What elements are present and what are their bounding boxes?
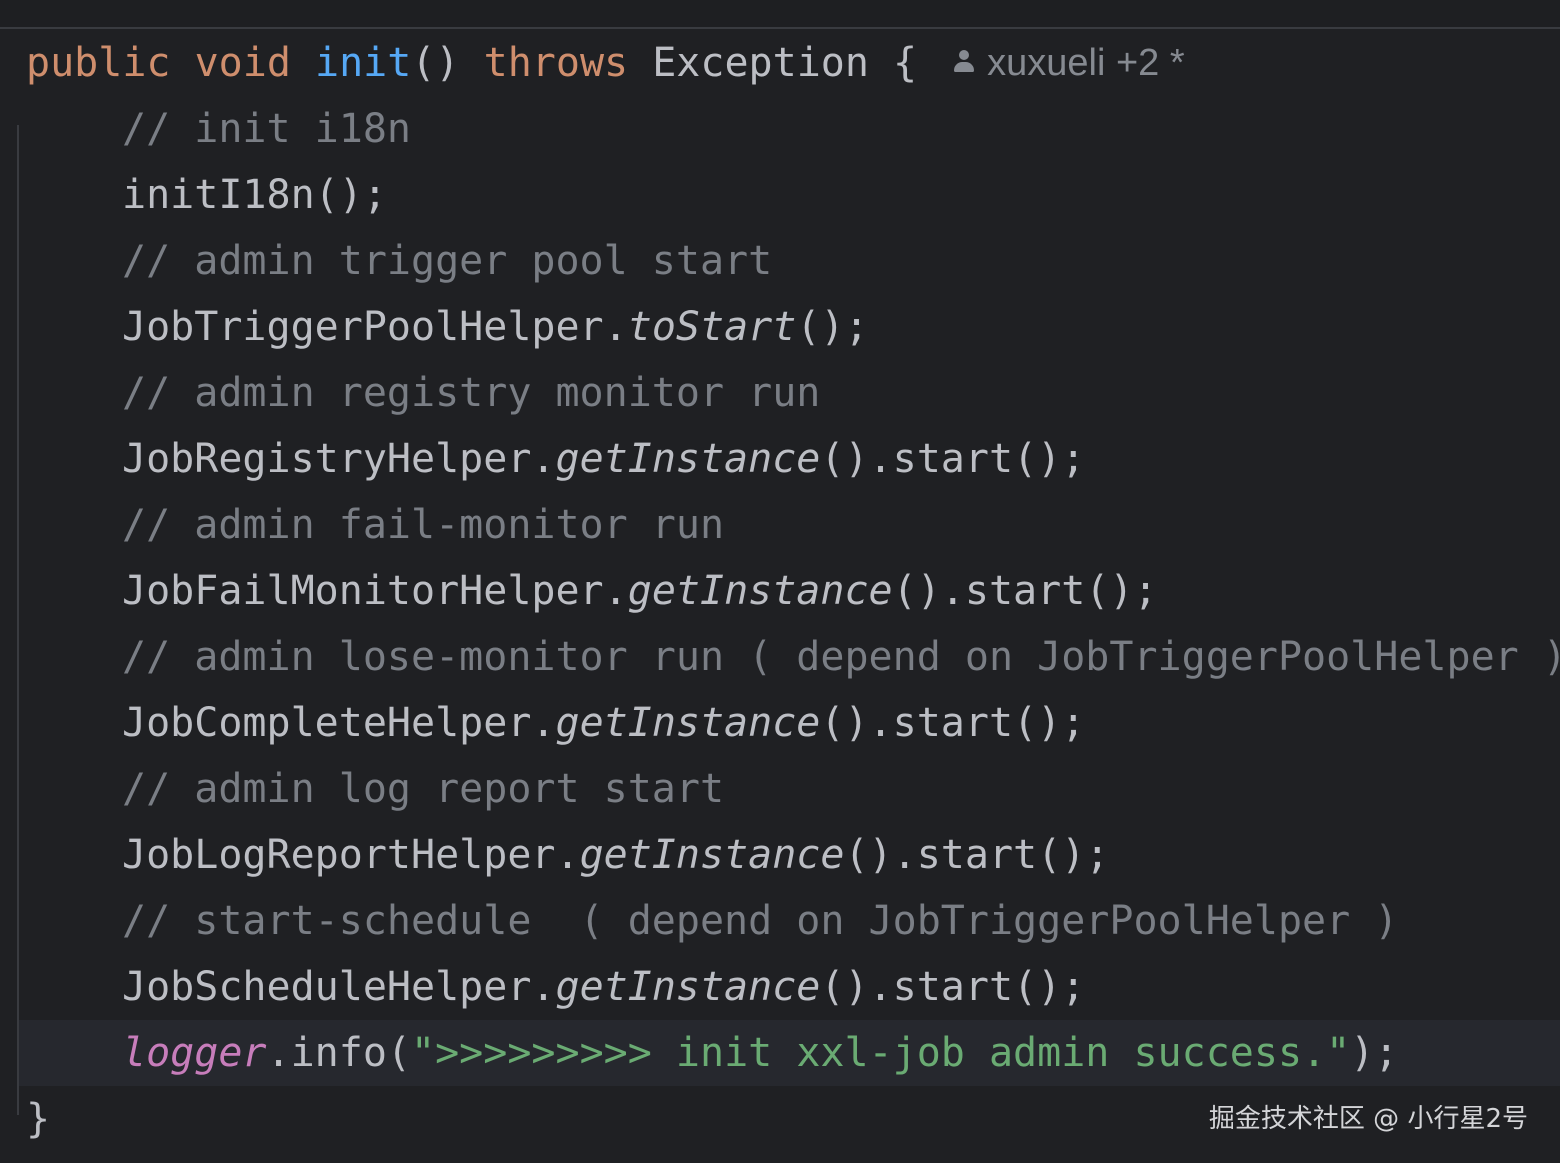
- static-method-call: getInstance: [555, 964, 821, 1010]
- author-inlay-hint[interactable]: xuxueli +2 *: [951, 30, 1185, 96]
- open-brace: {: [893, 40, 918, 86]
- comment-text: // admin registry monitor run: [122, 370, 821, 416]
- method-name[interactable]: init: [315, 40, 411, 86]
- comment-text: // admin fail-monitor run: [122, 502, 725, 548]
- code-line-comment[interactable]: // start-schedule ( depend on JobTrigger…: [0, 888, 1560, 954]
- code-line-statement[interactable]: JobCompleteHelper.getInstance().start();: [0, 690, 1560, 756]
- person-icon: [951, 48, 977, 74]
- class-reference: JobRegistryHelper.: [122, 436, 556, 482]
- statement-tail: ();: [796, 304, 869, 350]
- statement-tail: ().start();: [820, 964, 1086, 1010]
- code-line-statement[interactable]: initI18n();: [0, 162, 1560, 228]
- keyword-throws: throws: [483, 40, 629, 86]
- keyword-void: void: [194, 40, 291, 86]
- static-method-call: toStart: [627, 304, 797, 350]
- code-line-statement[interactable]: JobTriggerPoolHelper.toStart();: [0, 294, 1560, 360]
- exception-type[interactable]: Exception: [652, 40, 869, 86]
- statement-text: initI18n();: [122, 172, 387, 218]
- class-reference: JobLogReportHelper.: [122, 832, 580, 878]
- statement-tail: );: [1350, 1030, 1399, 1076]
- logger-info-call: .info(: [266, 1030, 412, 1076]
- comment-text: // start-schedule ( depend on JobTrigger…: [122, 898, 1399, 944]
- method-parens: (): [411, 40, 460, 86]
- code-line-comment[interactable]: // admin lose-monitor run ( depend on Jo…: [0, 624, 1560, 690]
- code-line-statement[interactable]: JobScheduleHelper.getInstance().start();: [0, 954, 1560, 1020]
- author-hint-text: xuxueli +2 *: [987, 42, 1185, 84]
- class-reference: JobCompleteHelper.: [122, 700, 556, 746]
- static-method-call: getInstance: [579, 832, 845, 878]
- code-line-comment[interactable]: // admin trigger pool start: [0, 228, 1560, 294]
- code-line-comment[interactable]: // admin log report start: [0, 756, 1560, 822]
- logger-field: logger: [122, 1030, 267, 1076]
- comment-text: // admin trigger pool start: [122, 238, 773, 284]
- code-line-statement[interactable]: JobFailMonitorHelper.getInstance().start…: [0, 558, 1560, 624]
- watermark: 掘金技术社区 @ 小行星2号: [1208, 1104, 1528, 1134]
- static-method-call: getInstance: [555, 436, 821, 482]
- code-editor[interactable]: public void init() throws Exception { xux…: [0, 29, 1560, 1163]
- code-line-statement[interactable]: JobRegistryHelper.getInstance().start();: [0, 426, 1560, 492]
- statement-tail: ().start();: [892, 568, 1158, 614]
- comment-text: // init i18n: [122, 106, 411, 152]
- comment-text: // admin lose-monitor run ( depend on Jo…: [122, 634, 1560, 680]
- comment-text: // admin log report start: [122, 766, 725, 812]
- statement-tail: ().start();: [820, 436, 1086, 482]
- static-method-call: getInstance: [627, 568, 893, 614]
- statement-tail: ().start();: [844, 832, 1110, 878]
- statement-tail: ().start();: [820, 700, 1086, 746]
- class-reference: JobScheduleHelper.: [122, 964, 556, 1010]
- code-line-comment[interactable]: // admin fail-monitor run: [0, 492, 1560, 558]
- close-brace: }: [26, 1096, 51, 1142]
- class-reference: JobTriggerPoolHelper.: [122, 304, 628, 350]
- static-method-call: getInstance: [555, 700, 821, 746]
- code-line-statement[interactable]: JobLogReportHelper.getInstance().start()…: [0, 822, 1560, 888]
- code-line-comment[interactable]: // init i18n: [0, 96, 1560, 162]
- string-literal: ">>>>>>>>> init xxl-job admin success.": [411, 1030, 1351, 1076]
- current-line-highlight[interactable]: logger.info(">>>>>>>>> init xxl-job admi…: [19, 1020, 1560, 1086]
- class-reference: JobFailMonitorHelper.: [122, 568, 628, 614]
- keyword-public: public: [26, 40, 171, 86]
- method-declaration-line[interactable]: public void init() throws Exception { xux…: [0, 30, 1560, 96]
- editor-tab-strip: [0, 0, 1560, 29]
- code-line-comment[interactable]: // admin registry monitor run: [0, 360, 1560, 426]
